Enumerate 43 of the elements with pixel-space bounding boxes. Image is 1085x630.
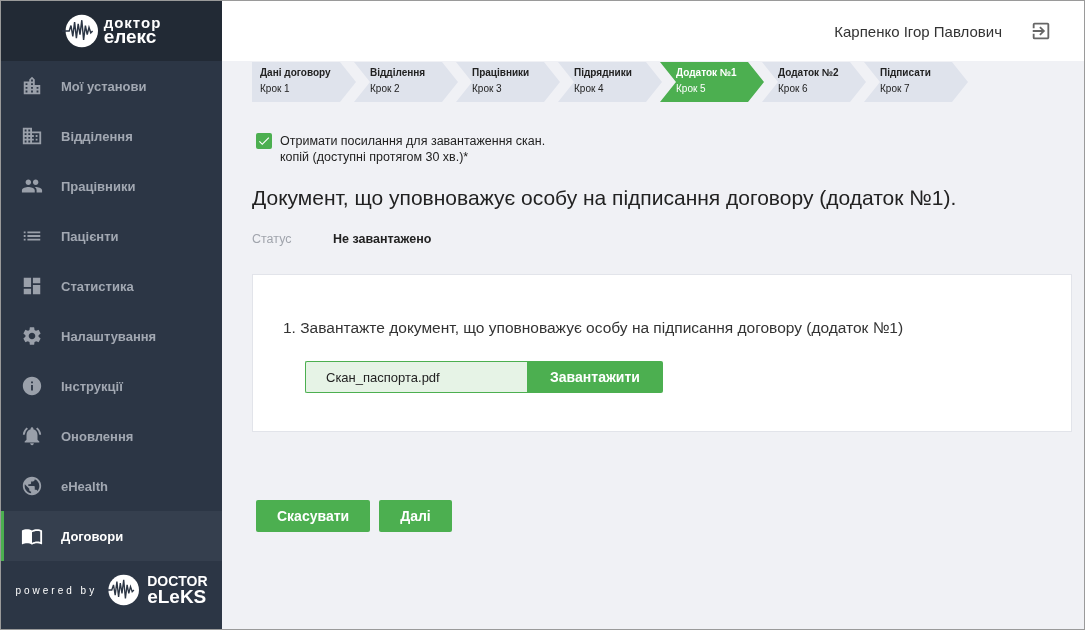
sidebar-item[interactable]: Пацієнти bbox=[1, 211, 222, 261]
sidebar-item[interactable]: Мої установи bbox=[1, 61, 222, 111]
powered-by-text: powered by bbox=[15, 584, 98, 596]
brand-text: eLeKS bbox=[147, 587, 208, 605]
bell-icon bbox=[21, 425, 43, 447]
cancel-button[interactable]: Скасувати bbox=[256, 500, 371, 532]
buildings-icon bbox=[21, 75, 43, 97]
file-field[interactable]: Скан_паспорта.pdf bbox=[305, 361, 527, 393]
wizard-step[interactable]: Підрядники Крок 4 bbox=[558, 62, 662, 102]
wizard-step[interactable]: Відділення Крок 2 bbox=[354, 62, 458, 102]
settings-icon bbox=[21, 325, 43, 347]
logo-icon bbox=[61, 13, 98, 49]
upload-button[interactable]: Завантажити bbox=[527, 361, 663, 393]
next-button[interactable]: Далі bbox=[379, 500, 452, 532]
check-icon bbox=[257, 134, 271, 148]
sidebar-item[interactable]: Налаштування bbox=[1, 311, 222, 361]
checkbox-label: Отримати посилання для завантаження скан. копій (доступні протягом 30 хв.)* bbox=[280, 133, 547, 165]
sidebar-item[interactable]: Працівники bbox=[1, 161, 222, 211]
brand-text: DOCTOR bbox=[147, 575, 208, 588]
sidebar-item[interactable]: Відділення bbox=[1, 111, 222, 161]
user-name[interactable]: Карпенко Ігор Павлович bbox=[834, 22, 1002, 40]
dashboard-icon bbox=[21, 275, 43, 297]
status-label: Статус bbox=[252, 232, 293, 246]
logo-text: доктор bbox=[103, 16, 162, 30]
wizard-step[interactable]: Додаток №1 Крок 5 bbox=[660, 62, 764, 102]
wizard-step[interactable]: Дані договору Крок 1 bbox=[252, 62, 356, 102]
page-title: Документ, що уповноважує особу на підписання договору (додаток №1). bbox=[252, 186, 958, 210]
logout-icon[interactable] bbox=[1030, 20, 1052, 42]
globe-icon bbox=[21, 475, 43, 497]
checkbox[interactable] bbox=[256, 133, 272, 149]
instruction-text: 1. Завантажте документ, що уповноважує особу на підписання договору (додаток №1) bbox=[283, 319, 905, 337]
wizard-step[interactable]: Додаток №2 Крок 6 bbox=[762, 62, 866, 102]
sidebar-item[interactable]: Інструкції bbox=[1, 361, 222, 411]
sidebar-item[interactable]: eHealth bbox=[1, 461, 222, 511]
sidebar-item[interactable]: Оновлення bbox=[1, 411, 222, 461]
sidebar-item[interactable]: Договори bbox=[1, 511, 222, 561]
sidebar-item[interactable]: Статистика bbox=[1, 261, 222, 311]
wizard-step[interactable]: Підписати Крок 7 bbox=[864, 62, 968, 102]
wizard-step[interactable]: Працівники Крок 3 bbox=[456, 62, 560, 102]
building-icon bbox=[21, 125, 43, 147]
info-icon bbox=[21, 375, 43, 397]
status-value: Не завантажено bbox=[333, 232, 432, 246]
logo-icon bbox=[105, 573, 140, 607]
